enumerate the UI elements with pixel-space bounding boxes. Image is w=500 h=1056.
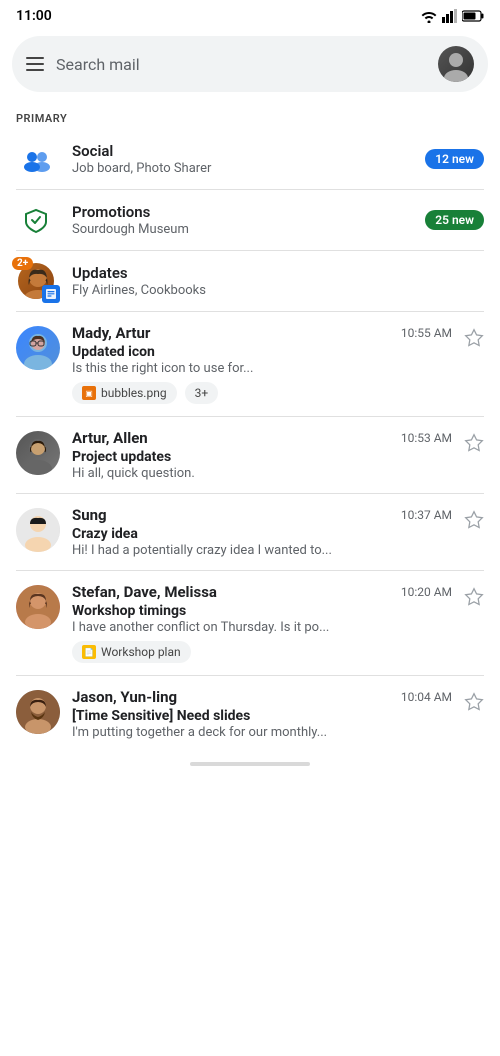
- email-content-4: Stefan, Dave, Melissa 10:20 AM Workshop …: [72, 583, 452, 663]
- updates-count: 2+: [12, 257, 33, 270]
- email-content-2: Artur, Allen 10:53 AM Project updates Hi…: [72, 429, 452, 481]
- search-bar[interactable]: Search mail: [12, 36, 488, 92]
- file-icon-1: ▣: [82, 386, 96, 400]
- status-time: 11:00: [16, 8, 52, 24]
- attachment-chip-4[interactable]: 📄 Workshop plan: [72, 641, 191, 663]
- email-header-3: Sung 10:37 AM: [72, 506, 452, 524]
- promotions-badge: 25 new: [425, 210, 484, 230]
- search-placeholder: Search mail: [56, 55, 426, 74]
- more-chip-1[interactable]: 3+: [185, 382, 219, 404]
- email-time-1: 10:55 AM: [401, 326, 452, 340]
- social-text: Social Job board, Photo Sharer: [72, 142, 409, 176]
- star-button-4[interactable]: [464, 587, 484, 611]
- category-social[interactable]: Social Job board, Photo Sharer 12 new: [0, 129, 500, 189]
- email-header-5: Jason, Yun-ling 10:04 AM: [72, 688, 452, 706]
- email-content-5: Jason, Yun-ling 10:04 AM [Time Sensitive…: [72, 688, 452, 740]
- email-subject-5: [Time Sensitive] Need slides: [72, 708, 452, 724]
- email-preview-1: Is this the right icon to use for...: [72, 361, 452, 376]
- social-icon: [16, 139, 56, 179]
- social-sub: Job board, Photo Sharer: [72, 161, 409, 176]
- attachment-name-1: bubbles.png: [101, 386, 167, 400]
- social-badge: 12 new: [425, 149, 484, 169]
- bottom-handle: [0, 752, 500, 770]
- email-time-4: 10:20 AM: [401, 585, 452, 599]
- email-row-1[interactable]: Mady, Artur 10:55 AM Updated icon Is thi…: [0, 312, 500, 416]
- promotions-icon: [16, 200, 56, 240]
- updates-icon-wrapper: 2+: [16, 261, 56, 301]
- avatar-mady: [16, 326, 60, 370]
- attachment-name-4: Workshop plan: [101, 645, 181, 659]
- email-subject-1: Updated icon: [72, 344, 452, 360]
- email-content-1: Mady, Artur 10:55 AM Updated icon Is thi…: [72, 324, 452, 404]
- menu-button[interactable]: [26, 57, 44, 71]
- updates-sub: Fly Airlines, Cookbooks: [72, 283, 484, 298]
- star-button-1[interactable]: [464, 328, 484, 352]
- updates-avatar-badge: 2+: [16, 261, 56, 301]
- email-attachments-1: ▣ bubbles.png 3+: [72, 382, 452, 404]
- email-row-3[interactable]: Sung 10:37 AM Crazy idea Hi! I had a pot…: [0, 494, 500, 570]
- updates-text: Updates Fly Airlines, Cookbooks: [72, 264, 484, 298]
- file-icon-4: 📄: [82, 645, 96, 659]
- battery-icon: [462, 10, 484, 22]
- email-header-2: Artur, Allen 10:53 AM: [72, 429, 452, 447]
- email-sender-4: Stefan, Dave, Melissa: [72, 583, 217, 601]
- home-indicator: [190, 762, 310, 766]
- search-bar-wrapper: Search mail: [0, 28, 500, 104]
- email-preview-5: I'm putting together a deck for our mont…: [72, 725, 452, 740]
- category-promotions[interactable]: Promotions Sourdough Museum 25 new: [0, 190, 500, 250]
- status-icons: [420, 9, 484, 23]
- email-subject-2: Project updates: [72, 449, 452, 465]
- promotions-text: Promotions Sourdough Museum: [72, 203, 409, 237]
- status-bar: 11:00: [0, 0, 500, 28]
- signal-icon: [442, 9, 458, 23]
- email-header-4: Stefan, Dave, Melissa 10:20 AM: [72, 583, 452, 601]
- email-time-3: 10:37 AM: [401, 508, 452, 522]
- section-primary-label: PRIMARY: [0, 104, 500, 129]
- category-updates[interactable]: 2+ Updates: [0, 251, 500, 311]
- wifi-icon: [420, 9, 438, 23]
- email-time-2: 10:53 AM: [401, 431, 452, 445]
- email-subject-4: Workshop timings: [72, 603, 452, 619]
- email-sender-2: Artur, Allen: [72, 429, 148, 447]
- email-sender-1: Mady, Artur: [72, 324, 150, 342]
- email-attachments-4: 📄 Workshop plan: [72, 641, 452, 663]
- avatar-stefan: [16, 585, 60, 629]
- email-preview-2: Hi all, quick question.: [72, 466, 452, 481]
- email-row-2[interactable]: Artur, Allen 10:53 AM Project updates Hi…: [0, 417, 500, 493]
- star-button-3[interactable]: [464, 510, 484, 534]
- avatar-jason: [16, 690, 60, 734]
- social-name: Social: [72, 142, 409, 160]
- user-avatar[interactable]: [438, 46, 474, 82]
- email-header-1: Mady, Artur 10:55 AM: [72, 324, 452, 342]
- attachment-chip-1[interactable]: ▣ bubbles.png: [72, 382, 177, 404]
- email-preview-4: I have another conflict on Thursday. Is …: [72, 620, 452, 635]
- email-subject-3: Crazy idea: [72, 526, 452, 542]
- star-button-2[interactable]: [464, 433, 484, 457]
- promotions-name: Promotions: [72, 203, 409, 221]
- email-row-4[interactable]: Stefan, Dave, Melissa 10:20 AM Workshop …: [0, 571, 500, 675]
- email-sender-3: Sung: [72, 506, 107, 524]
- updates-doc-icon: [42, 285, 60, 303]
- email-time-5: 10:04 AM: [401, 690, 452, 704]
- email-row-5[interactable]: Jason, Yun-ling 10:04 AM [Time Sensitive…: [0, 676, 500, 752]
- promotions-sub: Sourdough Museum: [72, 222, 409, 237]
- avatar-sung: [16, 508, 60, 552]
- email-sender-5: Jason, Yun-ling: [72, 688, 177, 706]
- email-content-3: Sung 10:37 AM Crazy idea Hi! I had a pot…: [72, 506, 452, 558]
- email-preview-3: Hi! I had a potentially crazy idea I wan…: [72, 543, 452, 558]
- updates-name: Updates: [72, 264, 484, 282]
- avatar-artur: [16, 431, 60, 475]
- star-button-5[interactable]: [464, 692, 484, 716]
